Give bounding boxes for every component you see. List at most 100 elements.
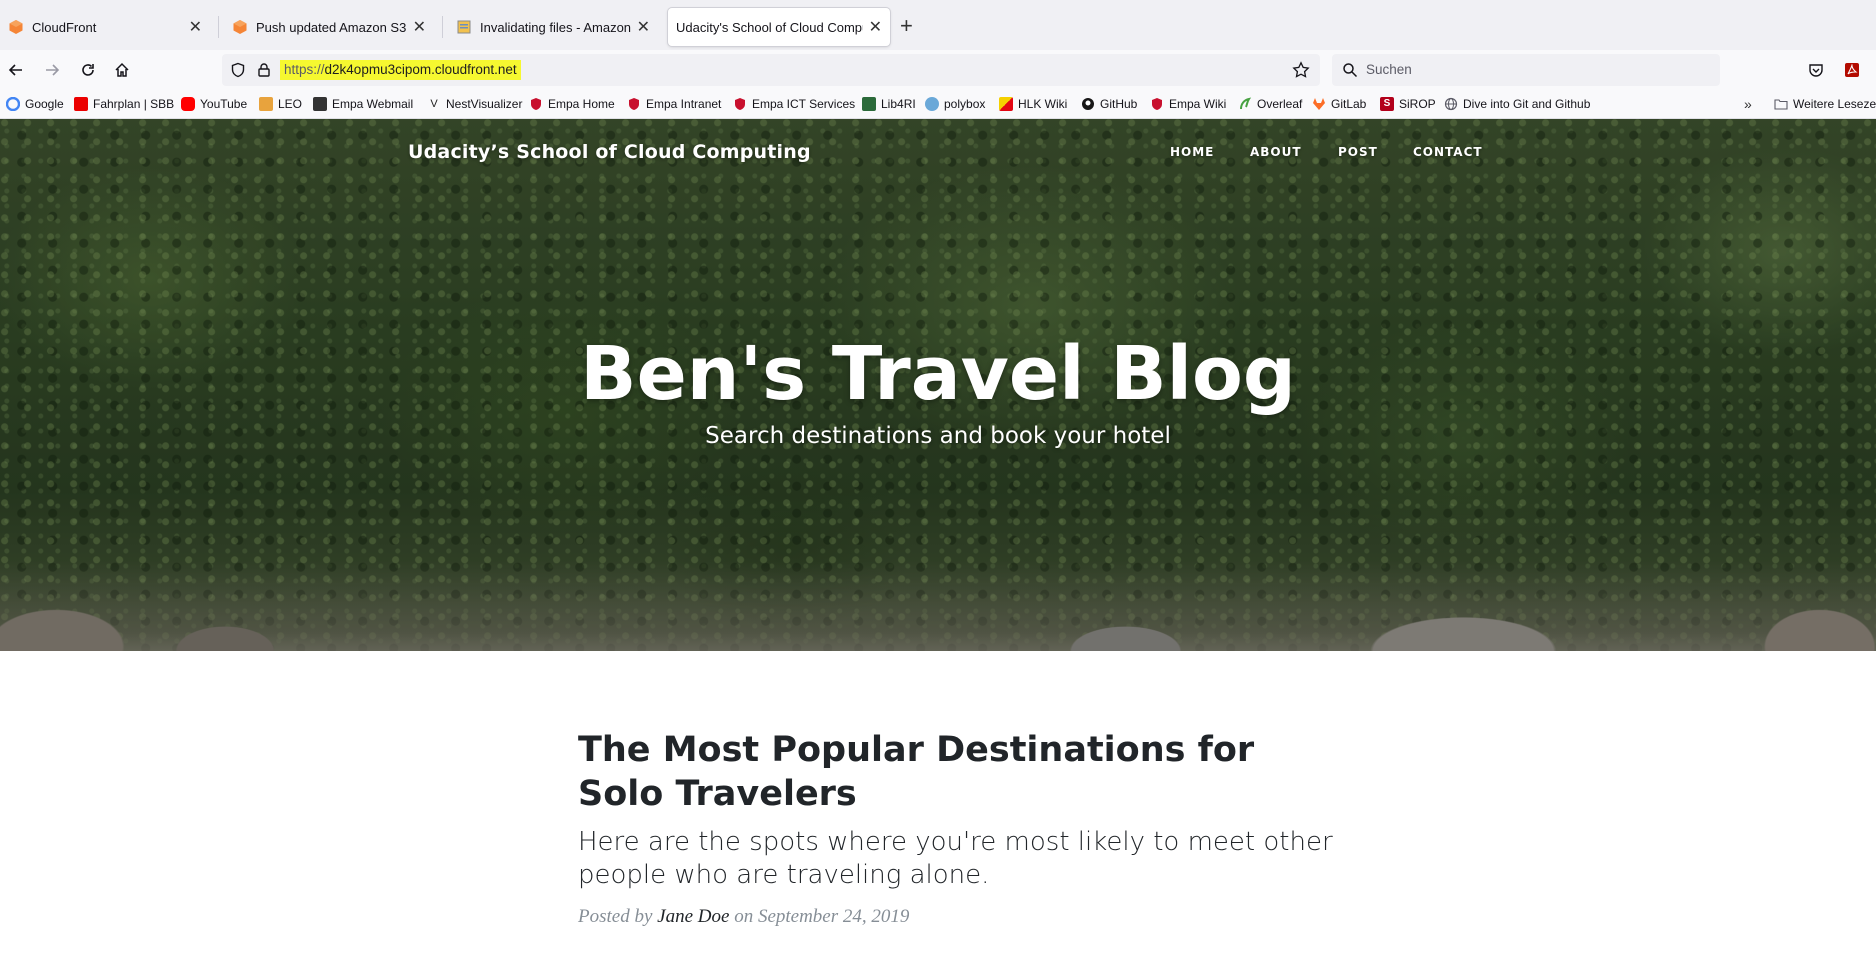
bookmark-item[interactable]: Lib4RI [862,94,916,114]
bookmark-label: HLK Wiki [1018,97,1068,111]
bookmark-item[interactable]: LEO [259,94,302,114]
close-tab-icon[interactable]: ✕ [189,17,202,37]
tab-push-s3[interactable]: Push updated Amazon S3 conte ✕ [224,8,434,46]
site-brand-link[interactable]: Udacity’s School of Cloud Computing [408,141,811,163]
nav-about-link[interactable]: ABOUT [1250,145,1302,159]
more-bookmarks-button[interactable]: » [1744,94,1752,114]
hero-header: Udacity’s School of Cloud Computing HOME… [0,119,1876,651]
pocket-icon [1809,64,1823,77]
hlk-wiki-icon [999,97,1013,111]
bookmark-item[interactable]: Overleaf [1238,94,1302,114]
navigation-toolbar: https://d2k4opmu3cipom.cloudfront.net Su… [0,50,1876,90]
bookmark-label: Empa Home [548,97,615,111]
gitlab-icon [1313,98,1325,110]
aws-cloudfront-icon [9,20,23,34]
shield-icon[interactable] [230,62,246,78]
tab-label: CloudFront [32,19,97,35]
bookmark-item[interactable]: Empa Home [529,94,615,114]
bookmark-item[interactable]: Empa Webmail [313,94,413,114]
post-meta-on: on [734,906,754,927]
chevrons-right-icon: » [1744,96,1752,112]
reload-button[interactable] [76,58,100,82]
other-bookmarks-folder[interactable]: Weitere Lesezei [1774,94,1876,114]
tab-udacity-active[interactable]: Udacity's School of Cloud Computi ✕ [668,8,890,46]
polybox-icon [925,97,939,111]
tab-invalidating-files[interactable]: Invalidating files - Amazon Clou ✕ [448,8,658,46]
bookmark-label: Empa Intranet [646,97,722,111]
bookmark-item[interactable]: V NestVisualizer [427,94,522,114]
empa-icon [629,98,639,110]
back-button[interactable] [4,58,28,82]
hero-subtitle: Search destinations and book your hotel [705,423,1171,449]
arrow-left-icon [8,64,22,76]
close-tab-icon[interactable]: ✕ [869,17,882,37]
bookmark-item[interactable]: Empa Intranet [627,94,721,114]
bookmark-label: Google [25,97,64,111]
close-tab-icon[interactable]: ✕ [413,17,426,37]
post-subtitle-link[interactable]: Here are the spots where you're most lik… [578,826,1338,892]
aws-docs-icon [457,20,471,34]
bookmark-star-icon[interactable] [1292,61,1310,79]
bookmark-item[interactable]: Dive into Git and Github [1444,94,1590,114]
empa-icon [735,98,745,110]
search-placeholder: Suchen [1366,62,1412,77]
post-title-link[interactable]: The Most Popular Destinations for Solo T… [578,728,1338,816]
hero-title: Ben's Travel Blog [580,331,1296,417]
close-tab-icon[interactable]: ✕ [637,17,650,37]
pocket-button[interactable] [1804,58,1828,82]
bookmark-item[interactable]: S SiROP [1380,94,1436,114]
url-text[interactable]: https://d2k4opmu3cipom.cloudfront.net [280,60,521,80]
bookmark-label: SiROP [1399,97,1436,111]
bookmark-label: Empa Webmail [332,97,414,111]
bookmark-label: GitHub [1100,97,1138,111]
bookmark-item[interactable]: Empa Wiki [1150,94,1226,114]
aws-cloudfront-icon [233,20,247,34]
bookmark-label: Dive into Git and Github [1463,97,1591,111]
bookmark-item[interactable]: YouTube [181,94,247,114]
sirop-icon: S [1380,97,1394,111]
overleaf-icon [1240,97,1252,110]
bookmark-label: Empa Wiki [1169,97,1227,111]
reload-icon [82,64,94,76]
post-meta-prefix: Posted by [578,906,653,927]
forward-button[interactable] [40,58,64,82]
bookmark-label: Overleaf [1257,97,1303,111]
post-date: September 24, 2019 [757,906,910,927]
nav-contact-link[interactable]: CONTACT [1413,145,1483,159]
bookmark-label: Fahrplan | SBB [93,97,175,111]
nav-home-link[interactable]: HOME [1170,145,1214,159]
home-button[interactable] [110,58,134,82]
bookmark-item[interactable]: GitHub [1081,94,1137,114]
bookmark-item[interactable]: polybox [925,94,985,114]
bookmark-label: polybox [944,97,986,111]
bookmark-label: GitLab [1331,97,1367,111]
bookmark-item[interactable]: HLK Wiki [999,94,1067,114]
search-icon [1343,63,1358,78]
tab-divider [442,16,443,38]
post-meta: Posted by Jane Doe on September 24, 2019 [578,906,909,928]
nestvisualizer-icon: V [430,98,438,110]
bookmark-label: Weitere Lesezei [1793,97,1876,111]
url-host: d2k4opmu3cipom.cloudfront.net [324,62,517,77]
lib4ri-icon [862,97,876,111]
tab-label: Push updated Amazon S3 conte [256,19,407,35]
pdf-extension-button[interactable] [1840,58,1864,82]
url-scheme: https:// [284,62,325,77]
bookmarks-toolbar: Google Fahrplan | SBB YouTube LEO Empa W… [0,90,1876,119]
bookmark-label: LEO [278,97,303,111]
bookmark-item[interactable]: Fahrplan | SBB [74,94,174,114]
bookmark-item[interactable]: Google [6,94,64,114]
post-author-link[interactable]: Jane Doe [657,906,729,927]
sbb-icon [74,97,88,111]
tab-cloudfront[interactable]: CloudFront ✕ [0,8,210,46]
search-bar[interactable]: Suchen [1332,54,1720,86]
nav-post-link[interactable]: POST [1338,145,1378,159]
lock-icon[interactable] [256,62,272,78]
bookmark-item[interactable]: Empa ICT Services [733,94,855,114]
webmail-icon [313,97,327,111]
address-bar[interactable]: https://d2k4opmu3cipom.cloudfront.net [222,54,1320,86]
tab-divider [218,16,219,38]
new-tab-button[interactable]: + [900,14,913,38]
home-icon [115,62,129,77]
bookmark-item[interactable]: GitLab [1312,94,1366,114]
